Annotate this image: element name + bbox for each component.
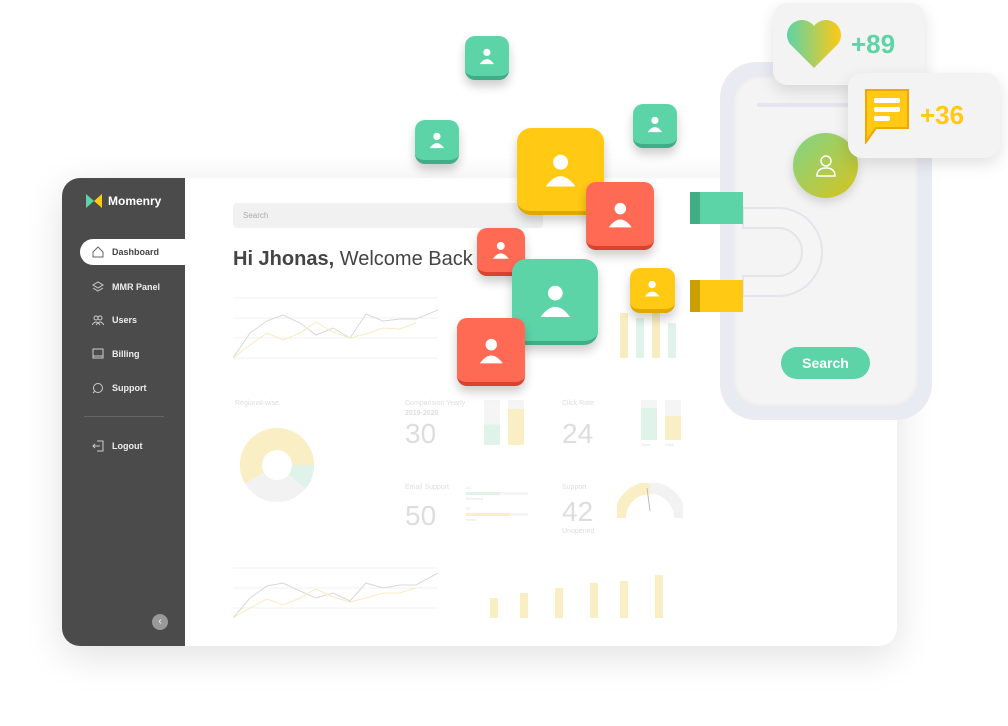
sidebar-item-label: Dashboard (112, 247, 160, 257)
users-icon (92, 315, 104, 326)
send-label: Send (466, 517, 476, 522)
user-icon (647, 116, 663, 133)
logout-label: Logout (112, 441, 143, 451)
user-icon (545, 154, 576, 187)
support-icon (92, 383, 103, 394)
user-tile (457, 318, 525, 386)
user-icon (429, 132, 445, 149)
sidebar-item-users[interactable]: Users (80, 307, 185, 333)
logo-icon (86, 194, 102, 208)
user-tile (415, 120, 459, 164)
send-count: 27 (466, 506, 471, 511)
donut-chart (240, 428, 314, 502)
delivered-label: Delivered (466, 496, 483, 501)
click-bar (641, 400, 657, 440)
greeting-name: Hi Jhonas, (233, 248, 335, 270)
app-name: Momenry (108, 194, 162, 208)
comparison-bar (508, 400, 524, 445)
sidebar-item-label: Support (112, 383, 147, 393)
comparison-bar (484, 400, 500, 445)
phone-search-button[interactable]: Search (781, 347, 870, 379)
comparison-period: 2019-2020 (405, 410, 439, 417)
support-value: 42 (562, 496, 594, 527)
comparison-title: Comparision Yearly (405, 400, 466, 407)
magnet-icon (690, 192, 823, 312)
likes-count: +89 (851, 28, 896, 59)
layers-icon (92, 281, 104, 292)
user-icon (815, 154, 836, 177)
user-icon (645, 281, 660, 297)
line-chart (233, 297, 438, 359)
message-icon (865, 88, 909, 144)
heart-icon (787, 20, 841, 68)
support-title: Support (562, 484, 587, 491)
user-icon (493, 242, 509, 259)
click-label: Open (641, 442, 651, 447)
sidebar-item-dashboard[interactable]: Dashboard (80, 239, 190, 265)
series-line (233, 321, 417, 359)
search-input[interactable]: Search (233, 203, 543, 228)
billing-icon (92, 348, 104, 359)
sidebar-item-label: Billing (112, 349, 140, 359)
greeting-welcome: Welcome Back (339, 248, 473, 270)
user-tile (630, 268, 675, 313)
series-line (233, 309, 438, 359)
regional-title: Regional-wise (235, 400, 279, 407)
line-chart-bottom (233, 567, 438, 619)
sidebar: Momenry Dashboard MMR Panel Users Billin… (62, 178, 190, 646)
email-title: Email Support (405, 484, 449, 491)
sidebar-item-billing[interactable]: Billing (80, 341, 185, 367)
page-title: Hi Jhonas, Welcome Back (233, 248, 473, 271)
collapse-sidebar-button[interactable]: ‹ (152, 614, 168, 630)
send-bar (466, 513, 528, 516)
divider (84, 416, 164, 417)
click-rate-title: Click Rate (562, 400, 594, 407)
logout-icon (92, 440, 104, 452)
comparison-value: 30 (405, 418, 437, 449)
sidebar-item-support[interactable]: Support (80, 375, 185, 401)
search-placeholder: Search (243, 211, 269, 220)
click-bar (665, 400, 681, 440)
email-value: 50 (405, 500, 437, 531)
click-rate-value: 24 (562, 418, 594, 449)
sidebar-item-mmr-panel[interactable]: MMR Panel (80, 274, 185, 300)
user-tile (633, 104, 677, 148)
support-sub: Unopened (562, 528, 595, 535)
bar-chart-bottom (490, 575, 663, 618)
logout-button[interactable]: Logout (80, 433, 185, 459)
gauge-chart (617, 483, 683, 519)
logo: Momenry (86, 194, 161, 208)
user-icon (479, 338, 503, 363)
user-tile (586, 182, 654, 250)
user-tile (465, 36, 509, 80)
sidebar-item-label: Users (112, 315, 138, 325)
comments-bubble: +36 (848, 73, 1000, 158)
user-icon (608, 202, 632, 227)
user-icon (479, 48, 495, 65)
comments-count: +36 (920, 100, 965, 130)
click-label: Click (665, 442, 674, 447)
sidebar-item-label: MMR Panel (112, 282, 161, 292)
home-icon (92, 246, 104, 258)
delivered-count: 35 (466, 485, 471, 490)
delivered-bar (466, 492, 528, 495)
user-icon (540, 285, 570, 317)
